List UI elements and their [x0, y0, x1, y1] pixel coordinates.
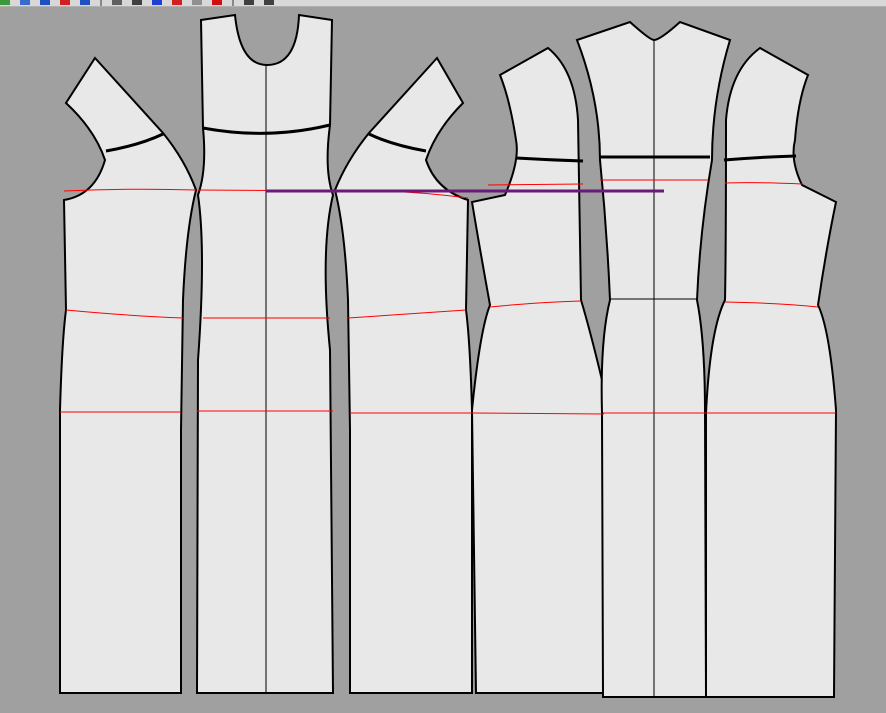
pattern-piece-back-right[interactable] [333, 56, 473, 694]
measure-icon[interactable] [172, 0, 182, 5]
pattern-piece-front-center[interactable] [195, 13, 335, 694]
pattern-drawing[interactable] [0, 6, 886, 713]
pattern-piece-side-front-right[interactable] [705, 46, 838, 698]
pointer-icon[interactable] [112, 0, 122, 5]
grid-icon[interactable] [192, 0, 202, 5]
notch-icon[interactable] [264, 0, 274, 5]
ruler-icon[interactable] [244, 0, 254, 5]
marker-icon[interactable] [212, 0, 222, 5]
open-icon[interactable] [20, 0, 30, 5]
pattern-canvas[interactable] [0, 6, 886, 713]
undo-icon[interactable] [60, 0, 70, 5]
save-icon[interactable] [40, 0, 50, 5]
curve-icon[interactable] [152, 0, 162, 5]
redo-icon[interactable] [80, 0, 90, 5]
new-icon[interactable] [0, 0, 10, 5]
pattern-piece-side-front-left[interactable] [470, 46, 606, 694]
line-icon[interactable] [132, 0, 142, 5]
pattern-piece-back-left[interactable] [59, 56, 198, 694]
